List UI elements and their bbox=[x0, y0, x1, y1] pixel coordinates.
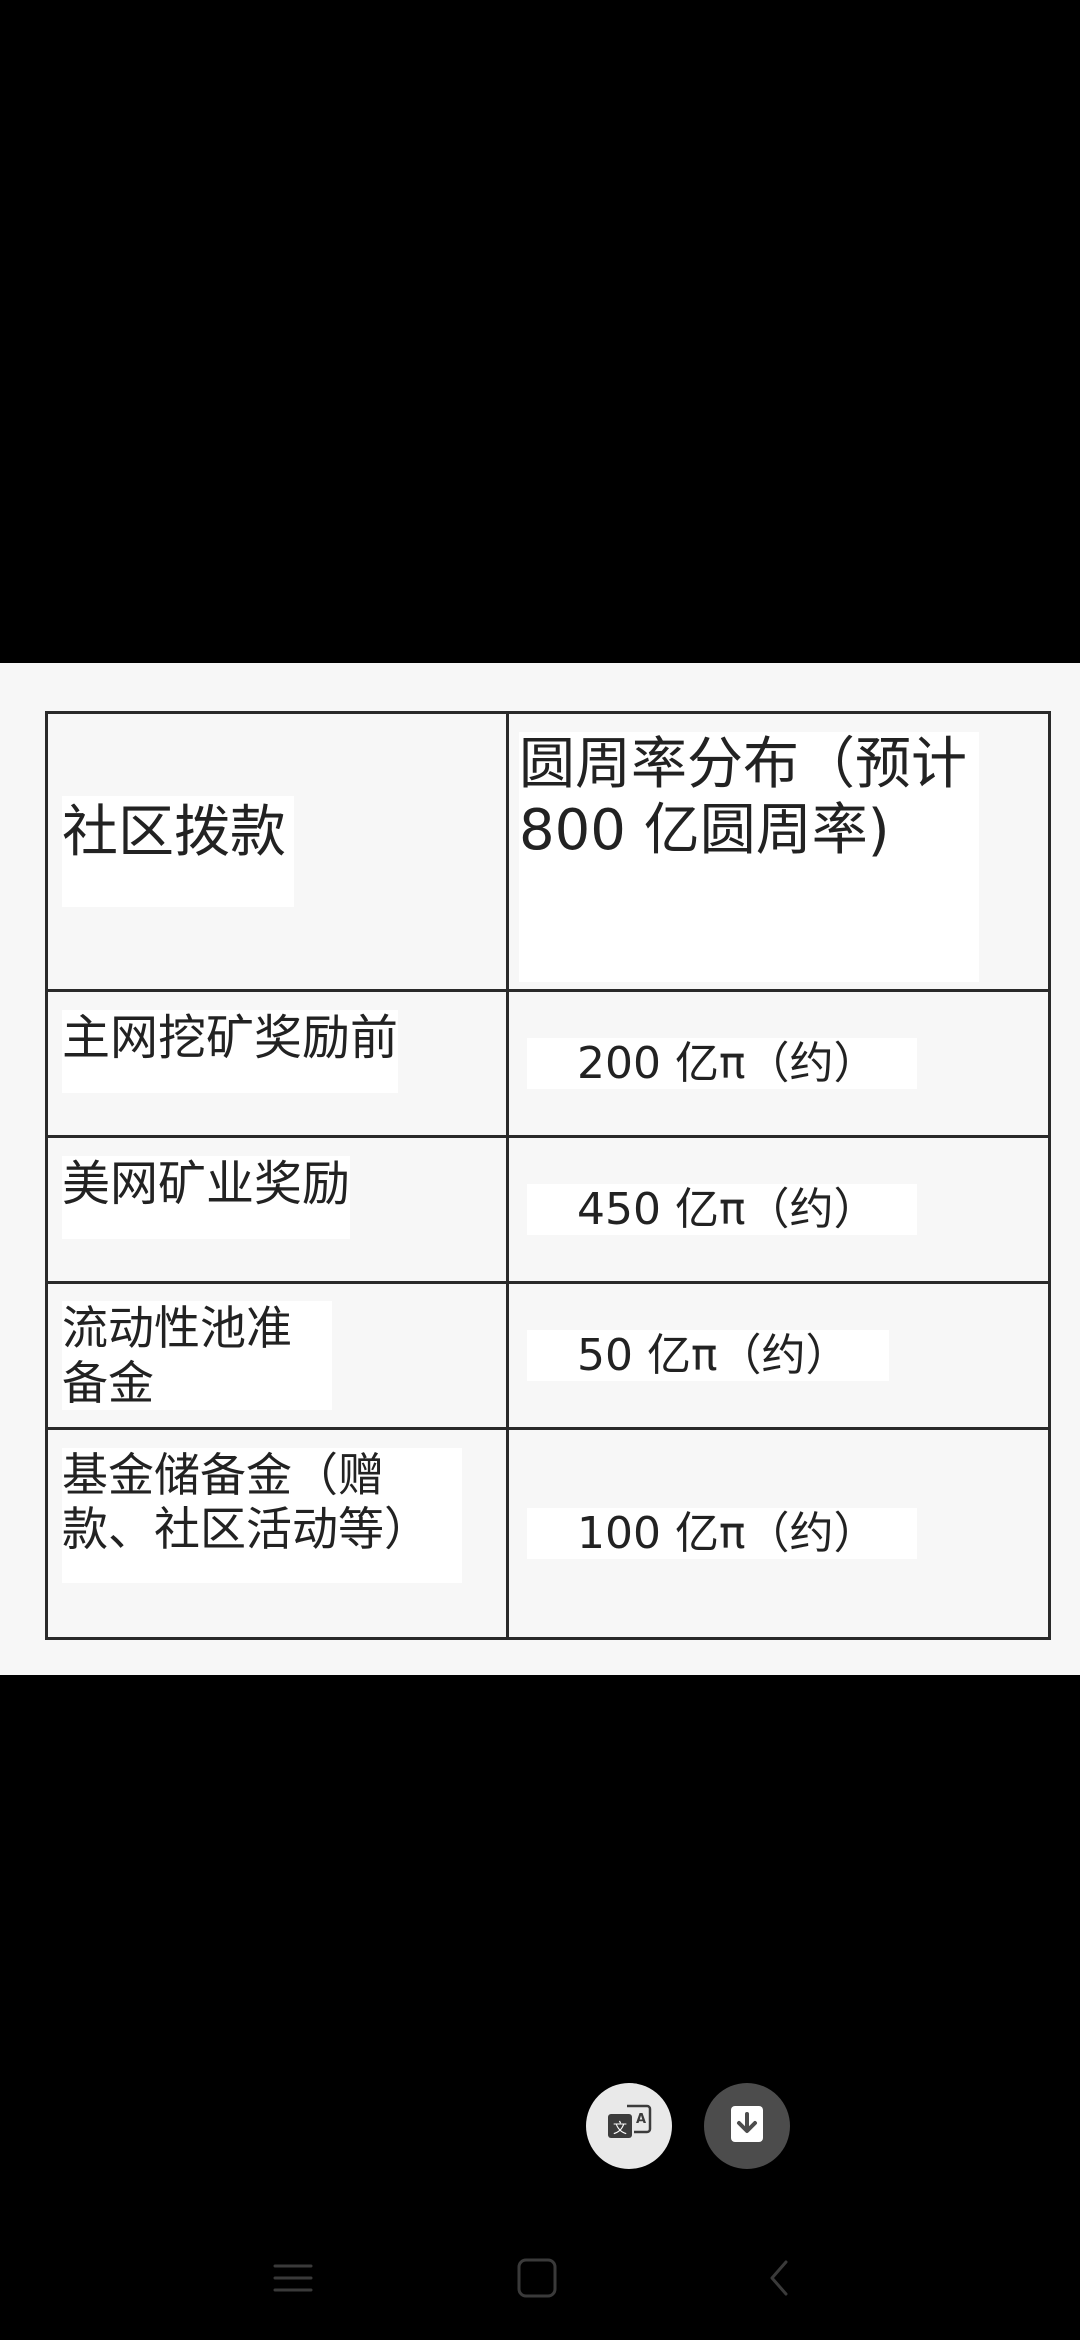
row-label-cell: 主网挖矿奖励前 bbox=[45, 989, 509, 1138]
header-cell-right: 圆周率分布（预计 800 亿圆周率) bbox=[506, 711, 1051, 992]
table-header-row: 社区拨款 圆周率分布（预计 800 亿圆周率) bbox=[45, 711, 1051, 992]
row-label: 基金储备金（赠款、社区活动等） bbox=[62, 1448, 462, 1583]
translate-icon: 文 A bbox=[605, 2100, 653, 2152]
translate-button[interactable]: 文 A bbox=[586, 2083, 672, 2169]
header-left-text: 社区拨款 bbox=[62, 796, 294, 907]
download-button[interactable] bbox=[704, 2083, 790, 2169]
recent-apps-button[interactable] bbox=[263, 2250, 323, 2310]
image-viewer: 社区拨款 圆周率分布（预计 800 亿圆周率) 主网挖矿奖励前 200 亿π（约… bbox=[0, 0, 1080, 2340]
row-value-cell: 50 亿π（约） bbox=[506, 1281, 1051, 1430]
row-value-cell: 200 亿π（约） bbox=[506, 989, 1051, 1138]
svg-text:文: 文 bbox=[613, 2121, 627, 2137]
image-content[interactable]: 社区拨款 圆周率分布（预计 800 亿圆周率) 主网挖矿奖励前 200 亿π（约… bbox=[0, 663, 1080, 1675]
row-label-cell: 基金储备金（赠款、社区活动等） bbox=[45, 1427, 509, 1640]
header-cell-left: 社区拨款 bbox=[45, 711, 509, 992]
row-label-cell: 美网矿业奖励 bbox=[45, 1135, 509, 1284]
row-label: 主网挖矿奖励前 bbox=[62, 1010, 399, 1093]
allocation-table: 社区拨款 圆周率分布（预计 800 亿圆周率) 主网挖矿奖励前 200 亿π（约… bbox=[45, 711, 1051, 1640]
menu-icon bbox=[271, 2256, 315, 2304]
row-value-cell: 100 亿π（约） bbox=[506, 1427, 1051, 1640]
table-row: 美网矿业奖励 450 亿π（约） bbox=[45, 1135, 1051, 1284]
row-label: 流动性池准备金 bbox=[62, 1301, 332, 1410]
row-label: 美网矿业奖励 bbox=[62, 1156, 351, 1239]
row-value: 450 亿π（约） bbox=[527, 1183, 918, 1236]
back-button[interactable] bbox=[750, 2250, 810, 2310]
row-value: 100 亿π（约） bbox=[527, 1507, 918, 1560]
system-navigation-bar bbox=[0, 2220, 1080, 2340]
home-button[interactable] bbox=[507, 2250, 567, 2310]
table-row: 主网挖矿奖励前 200 亿π（约） bbox=[45, 989, 1051, 1138]
row-value: 200 亿π（约） bbox=[527, 1037, 918, 1090]
table-row: 流动性池准备金 50 亿π（约） bbox=[45, 1281, 1051, 1430]
header-right-text: 圆周率分布（预计 800 亿圆周率) bbox=[519, 732, 979, 982]
row-value-cell: 450 亿π（约） bbox=[506, 1135, 1051, 1284]
back-icon bbox=[758, 2256, 802, 2304]
table-row: 基金储备金（赠款、社区活动等） 100 亿π（约） bbox=[45, 1427, 1051, 1640]
home-icon bbox=[515, 2256, 559, 2304]
row-label-cell: 流动性池准备金 bbox=[45, 1281, 509, 1430]
svg-text:A: A bbox=[636, 2112, 646, 2127]
row-value: 50 亿π（约） bbox=[527, 1329, 890, 1382]
download-icon bbox=[723, 2100, 771, 2152]
